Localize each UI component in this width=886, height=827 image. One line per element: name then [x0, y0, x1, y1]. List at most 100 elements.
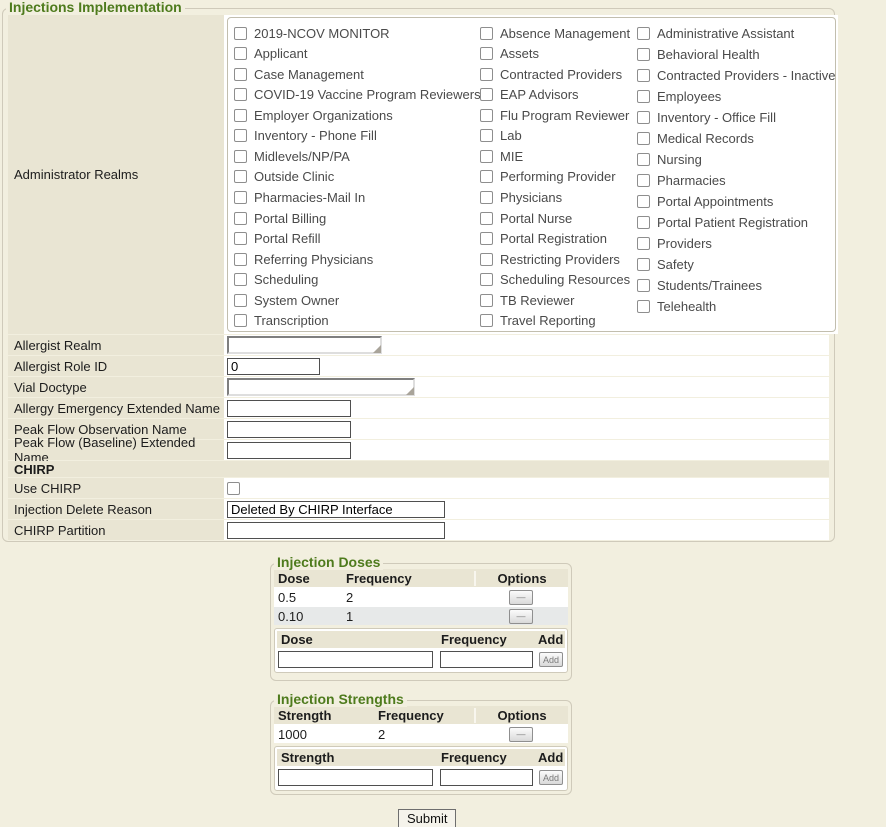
realm-checkbox[interactable]: [480, 191, 493, 204]
strengths-header-strength: Strength: [274, 708, 374, 723]
realm-checkbox[interactable]: [637, 111, 650, 124]
realm-checkbox[interactable]: [234, 88, 247, 101]
dose-add-dose-input[interactable]: [278, 651, 433, 668]
realm-checkbox[interactable]: [637, 90, 650, 103]
realm-checkbox[interactable]: [480, 47, 493, 60]
realm-checkbox-item: Contracted Providers - Inactive: [637, 65, 835, 86]
peak-flow-baseline-extended-name-label: Peak Flow (Baseline) Extended Name: [8, 440, 224, 460]
submit-button[interactable]: Submit: [398, 809, 456, 827]
strength-row: 1000 2 —: [274, 724, 568, 743]
realm-checkbox-label: Providers: [657, 236, 712, 251]
realm-checkbox-label: 2019-NCOV MONITOR: [254, 26, 390, 41]
realm-checkbox[interactable]: [234, 253, 247, 266]
dose-add-header-add: Add: [534, 632, 565, 647]
realm-checkbox[interactable]: [234, 47, 247, 60]
realms-checkbox-group: 2019-NCOV MONITOR Applicant: [227, 17, 836, 332]
realm-checkbox-label: Portal Patient Registration: [657, 215, 808, 230]
strength-add-button[interactable]: Add: [539, 770, 563, 785]
realm-checkbox[interactable]: [234, 294, 247, 307]
realm-checkbox-item: Restricting Providers: [480, 249, 637, 270]
realm-checkbox[interactable]: [234, 68, 247, 81]
realm-checkbox[interactable]: [234, 27, 247, 40]
realm-checkbox[interactable]: [234, 129, 247, 142]
strength-add-frequency-input[interactable]: [440, 769, 533, 786]
realm-checkbox-label: Medical Records: [657, 131, 754, 146]
realm-checkbox[interactable]: [480, 68, 493, 81]
realm-checkbox[interactable]: [480, 129, 493, 142]
realm-checkbox[interactable]: [234, 212, 247, 225]
realm-checkbox[interactable]: [637, 69, 650, 82]
dose-row: 0.5 2 —: [274, 587, 568, 606]
realm-checkbox[interactable]: [480, 27, 493, 40]
realm-checkbox-item: Flu Program Reviewer: [480, 105, 637, 126]
use-chirp-checkbox[interactable]: [227, 482, 240, 495]
realm-checkbox[interactable]: [637, 27, 650, 40]
realm-checkbox[interactable]: [234, 232, 247, 245]
strengths-header-options: Options: [474, 708, 568, 723]
dose-options-button[interactable]: —: [509, 590, 533, 605]
injection-delete-reason-label: Injection Delete Reason: [8, 499, 224, 519]
realm-checkbox-label: Administrative Assistant: [657, 26, 794, 41]
strength-add-header-frequency: Frequency: [437, 750, 534, 765]
row-allergist-realm: Allergist Realm: [8, 335, 829, 355]
realm-checkbox[interactable]: [637, 174, 650, 187]
realm-checkbox[interactable]: [480, 294, 493, 307]
frequency-cell: 2: [374, 727, 474, 742]
realm-checkbox[interactable]: [234, 109, 247, 122]
realm-checkbox[interactable]: [480, 314, 493, 327]
realm-checkbox-item: Scheduling Resources: [480, 269, 637, 290]
peak-flow-observation-name-input[interactable]: [227, 421, 351, 438]
realm-checkbox-item: Portal Billing: [234, 208, 480, 229]
realm-checkbox-item: Portal Appointments: [637, 191, 835, 212]
realm-checkbox[interactable]: [480, 253, 493, 266]
allergy-emergency-extended-name-input[interactable]: [227, 400, 351, 417]
realm-checkbox[interactable]: [480, 88, 493, 101]
realm-checkbox-item: Contracted Providers: [480, 64, 637, 85]
realm-checkbox[interactable]: [234, 314, 247, 327]
realm-checkbox[interactable]: [637, 237, 650, 250]
page-title: Injections Implementation: [6, 0, 185, 15]
realm-checkbox[interactable]: [637, 132, 650, 145]
realm-checkbox-label: Applicant: [254, 46, 307, 61]
realm-checkbox[interactable]: [637, 153, 650, 166]
realm-checkbox[interactable]: [480, 212, 493, 225]
chirp-partition-input[interactable]: [227, 522, 445, 539]
realm-checkbox[interactable]: [480, 273, 493, 286]
realm-checkbox[interactable]: [234, 273, 247, 286]
realm-checkbox[interactable]: [637, 300, 650, 313]
realm-checkbox[interactable]: [480, 109, 493, 122]
injections-implementation-page: Injections Implementation Administrator …: [0, 0, 886, 827]
realm-checkbox-item: Transcription: [234, 310, 480, 331]
realm-checkbox[interactable]: [637, 279, 650, 292]
realm-checkbox[interactable]: [637, 258, 650, 271]
realm-checkbox[interactable]: [480, 150, 493, 163]
realm-checkbox-label: MIE: [500, 149, 523, 164]
injection-delete-reason-value-cell: [224, 499, 829, 519]
peak-flow-baseline-extended-name-input[interactable]: [227, 442, 351, 459]
allergist-role-id-label: Allergist Role ID: [8, 356, 224, 376]
realm-checkbox[interactable]: [637, 48, 650, 61]
realm-checkbox[interactable]: [234, 191, 247, 204]
realm-checkbox-label: COVID-19 Vaccine Program Reviewers: [254, 87, 481, 102]
injection-delete-reason-input[interactable]: [227, 501, 445, 518]
realm-checkbox-item: Performing Provider: [480, 167, 637, 188]
realm-checkbox[interactable]: [234, 170, 247, 183]
dose-add-button[interactable]: Add: [539, 652, 563, 667]
chirp-partition-value-cell: [224, 520, 829, 540]
dose-add-frequency-input[interactable]: [440, 651, 533, 668]
realms-column-3: Administrative Assistant Behavioral Heal…: [637, 23, 835, 331]
realm-checkbox[interactable]: [480, 170, 493, 183]
realm-checkbox-label: Referring Physicians: [254, 252, 373, 267]
realm-checkbox[interactable]: [234, 150, 247, 163]
realm-checkbox[interactable]: [637, 195, 650, 208]
allergist-realm-input[interactable]: [229, 339, 380, 353]
row-peak-flow-baseline-extended-name: Peak Flow (Baseline) Extended Name: [8, 440, 829, 460]
vial-doctype-input[interactable]: [229, 381, 413, 395]
strength-add-strength-input[interactable]: [278, 769, 433, 786]
allergist-role-id-input[interactable]: [227, 358, 320, 375]
realm-checkbox[interactable]: [480, 232, 493, 245]
realm-checkbox-item: Administrative Assistant: [637, 23, 835, 44]
strength-options-button[interactable]: —: [509, 727, 533, 742]
realm-checkbox[interactable]: [637, 216, 650, 229]
dose-options-button[interactable]: —: [509, 609, 533, 624]
